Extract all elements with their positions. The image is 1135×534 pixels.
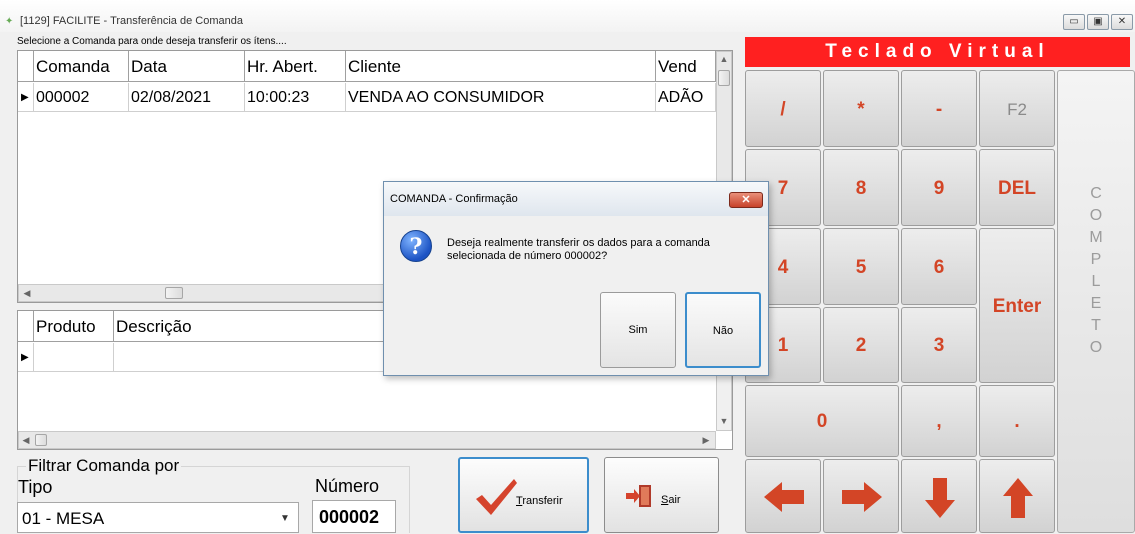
cell-vend[interactable]: ADÃO bbox=[656, 83, 716, 112]
info-icon: ? bbox=[400, 230, 432, 262]
scroll-up-icon[interactable]: ▲ bbox=[717, 54, 731, 64]
completo-letter: L bbox=[1091, 273, 1101, 290]
key-del[interactable]: DEL bbox=[979, 149, 1055, 226]
completo-letter: O bbox=[1089, 339, 1103, 356]
tipo-select[interactable]: 01 - MESA ▼ bbox=[17, 502, 299, 533]
scroll-thumb[interactable] bbox=[718, 70, 730, 86]
dialog-message: Deseja realmente transferir os dados par… bbox=[447, 237, 710, 262]
col-header-descricao[interactable]: Descrição bbox=[114, 311, 394, 342]
minimize-icon[interactable]: ▭ bbox=[1063, 14, 1085, 30]
cell-produto[interactable] bbox=[34, 343, 114, 372]
arrow-right-icon bbox=[842, 482, 882, 512]
arrow-down-icon bbox=[925, 478, 955, 518]
completo-letter: O bbox=[1089, 207, 1103, 224]
scroll-down-icon[interactable]: ▼ bbox=[717, 416, 731, 426]
scroll-right-icon[interactable]: ▶ bbox=[701, 435, 711, 446]
dialog-body: ? Deseja realmente transferir os dados p… bbox=[384, 216, 768, 375]
dialog-close-icon[interactable]: ✕ bbox=[729, 192, 763, 208]
key-8[interactable]: 8 bbox=[823, 149, 899, 226]
cell-data[interactable]: 02/08/2021 bbox=[129, 83, 245, 112]
key-arrow-right[interactable] bbox=[823, 459, 899, 533]
numero-input[interactable]: 000002 bbox=[312, 500, 396, 533]
virtual-keyboard-title: Teclado Virtual bbox=[745, 37, 1130, 67]
scroll-left-icon[interactable]: ◀ bbox=[21, 435, 31, 446]
window-title: [1129] FACILITE - Transferência de Coman… bbox=[20, 15, 243, 27]
key-f2[interactable]: F2 bbox=[979, 70, 1055, 147]
completo-button[interactable]: C O M P L E T O bbox=[1057, 70, 1135, 533]
numero-label: Número bbox=[315, 476, 380, 496]
scroll-thumb[interactable] bbox=[165, 287, 183, 299]
sair-label: Sair bbox=[661, 494, 681, 506]
sim-button[interactable]: Sim bbox=[600, 292, 676, 368]
scroll-thumb[interactable] bbox=[35, 434, 47, 446]
chevron-down-icon[interactable]: ▼ bbox=[280, 503, 290, 534]
exit-door-icon bbox=[626, 485, 651, 507]
col-header-data[interactable]: Data bbox=[129, 51, 245, 82]
key-arrow-down[interactable] bbox=[901, 459, 977, 533]
key-enter[interactable]: Enter bbox=[979, 228, 1055, 383]
key-asterisk[interactable]: * bbox=[823, 70, 899, 147]
key-3[interactable]: 3 bbox=[901, 307, 977, 383]
row-indicator-header bbox=[18, 51, 34, 82]
arrow-up-icon bbox=[1003, 478, 1033, 518]
cell-cliente[interactable]: VENDA AO CONSUMIDOR bbox=[346, 83, 656, 112]
key-slash[interactable]: / bbox=[745, 70, 821, 147]
col-header-hr-abert[interactable]: Hr. Abert. bbox=[245, 51, 346, 82]
key-comma[interactable]: , bbox=[901, 385, 977, 457]
key-5[interactable]: 5 bbox=[823, 228, 899, 305]
cell-comanda[interactable]: 000002 bbox=[34, 83, 129, 112]
key-minus[interactable]: - bbox=[901, 70, 977, 147]
nao-button[interactable]: Não bbox=[685, 292, 761, 368]
key-9[interactable]: 9 bbox=[901, 149, 977, 226]
cell-descricao[interactable] bbox=[114, 343, 394, 372]
completo-letter: E bbox=[1090, 295, 1102, 312]
window-titlebar: ✦ [1129] FACILITE - Transferência de Com… bbox=[0, 0, 1135, 32]
row-indicator-header bbox=[18, 311, 34, 342]
col-header-produto[interactable]: Produto bbox=[34, 311, 114, 342]
dialog-title: COMANDA - Confirmação bbox=[390, 193, 518, 205]
horizontal-scrollbar[interactable]: ◀ ▶ bbox=[18, 431, 716, 449]
selection-hint: Selecione a Comanda para onde deseja tra… bbox=[17, 36, 287, 47]
completo-letter: T bbox=[1091, 317, 1101, 334]
row-pointer-icon: ▶ bbox=[18, 343, 34, 372]
key-2[interactable]: 2 bbox=[823, 307, 899, 383]
completo-letter: M bbox=[1089, 229, 1103, 246]
key-period[interactable]: . bbox=[979, 385, 1055, 457]
key-6[interactable]: 6 bbox=[901, 228, 977, 305]
key-0[interactable]: 0 bbox=[745, 385, 899, 457]
key-arrow-left[interactable] bbox=[745, 459, 821, 533]
arrow-left-icon bbox=[764, 482, 804, 512]
maximize-icon[interactable]: ▣ bbox=[1087, 14, 1109, 30]
scroll-left-icon[interactable]: ◀ bbox=[21, 288, 33, 299]
filter-title: Filtrar Comanda por bbox=[26, 456, 182, 475]
app-icon: ✦ bbox=[5, 16, 14, 27]
tipo-select-value: 01 - MESA bbox=[22, 509, 105, 528]
completo-letter: P bbox=[1090, 251, 1102, 268]
col-header-comanda[interactable]: Comanda bbox=[34, 51, 129, 82]
transferir-label: Transferir bbox=[516, 495, 563, 507]
col-header-vend[interactable]: Vend bbox=[656, 51, 716, 82]
col-header-cliente[interactable]: Cliente bbox=[346, 51, 656, 82]
dialog-titlebar: COMANDA - Confirmação ✕ bbox=[384, 182, 768, 216]
confirmation-dialog: COMANDA - Confirmação ✕ ? Deseja realmen… bbox=[383, 181, 769, 376]
tipo-label: Tipo bbox=[18, 477, 53, 497]
close-icon[interactable]: ✕ bbox=[1111, 14, 1133, 30]
transferir-button[interactable]: Transferir bbox=[458, 457, 589, 533]
checkmark-icon bbox=[476, 479, 517, 515]
completo-letter: C bbox=[1090, 185, 1102, 202]
sair-button[interactable]: Sair bbox=[604, 457, 719, 533]
key-arrow-up[interactable] bbox=[979, 459, 1055, 533]
cell-hr-abert[interactable]: 10:00:23 bbox=[245, 83, 346, 112]
row-pointer-icon: ▶ bbox=[18, 83, 34, 112]
